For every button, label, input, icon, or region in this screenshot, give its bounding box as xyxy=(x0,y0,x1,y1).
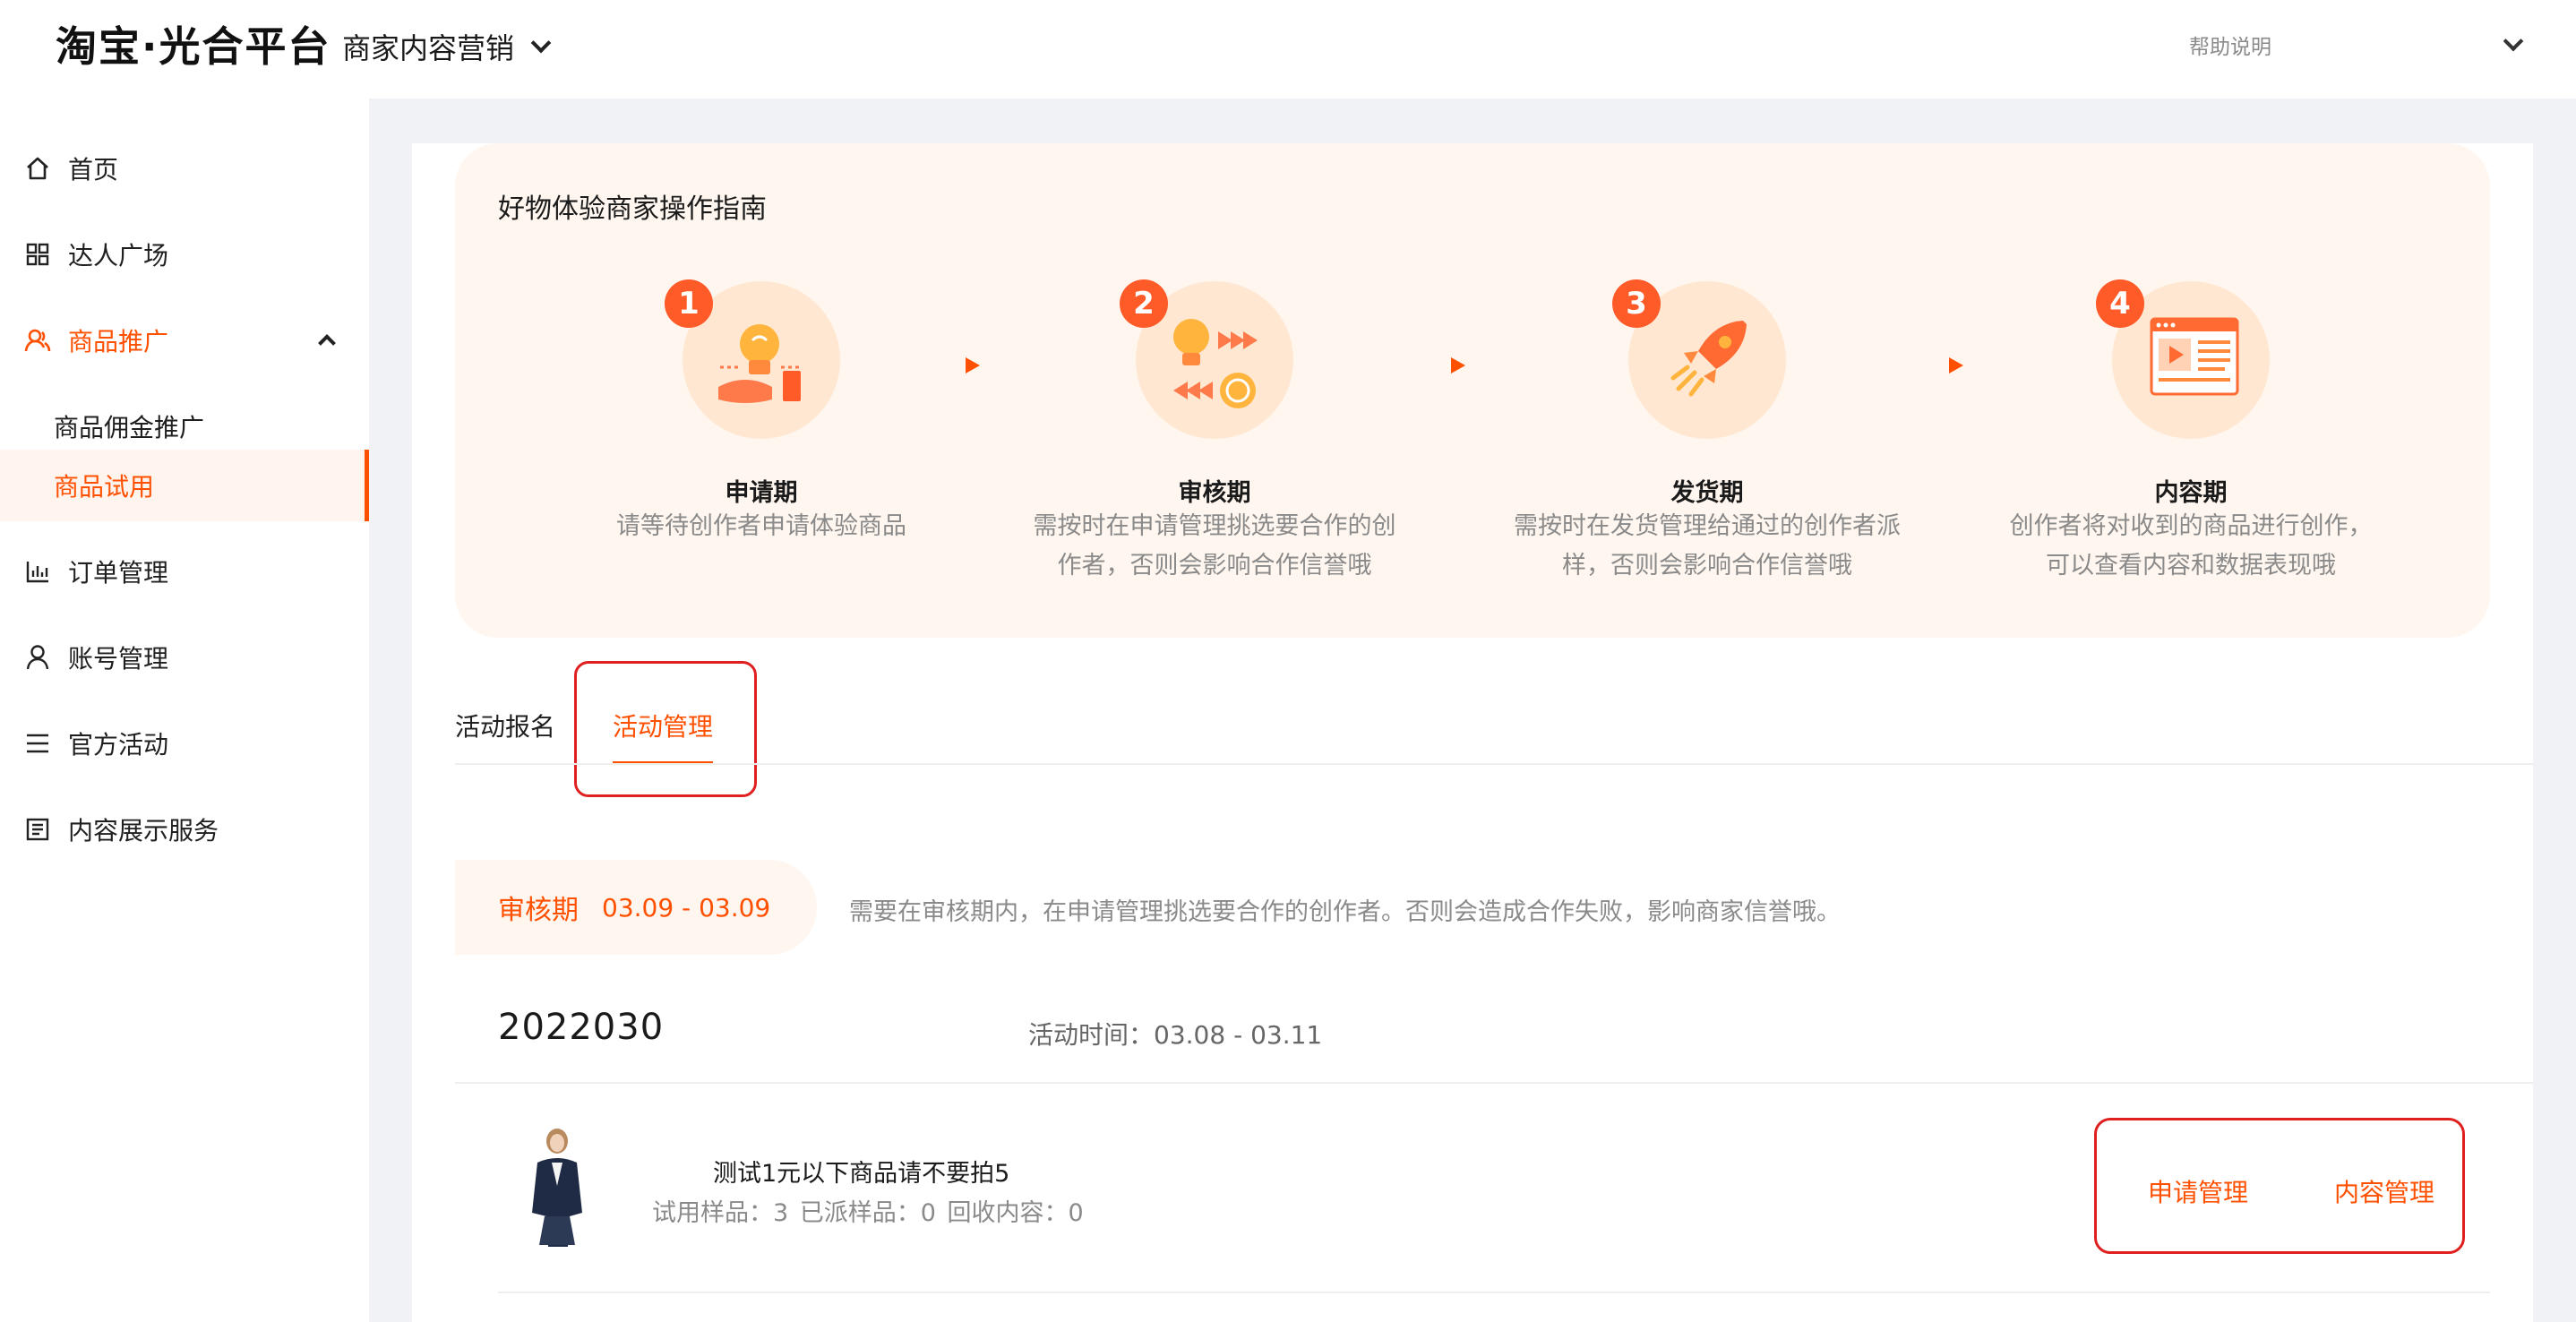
step-2-number: 2 xyxy=(1120,279,1168,328)
sidebar-item-label: 首页 xyxy=(68,155,119,185)
step-1-desc-line: 请等待创作者申请体验商品 xyxy=(616,512,906,540)
activity-divider xyxy=(455,1082,2533,1084)
product-switcher[interactable]: 商家内容营销 xyxy=(342,23,552,70)
sidebar: 首页 达人广场 商品推广 商品佣金推广 商品试用 订单管理 账号管理 官方活动 xyxy=(0,99,369,1322)
sidebar-item-label: 商品推广 xyxy=(68,327,169,356)
people-icon xyxy=(23,326,52,355)
activity-time: 活动时间：03.08 - 03.11 xyxy=(1028,1016,1322,1052)
product-stats: 试用样品：3 已派样品：0 回收内容：0 xyxy=(652,1199,1084,1227)
top-header: 淘宝·光合平台 商家内容营销 帮助说明 xyxy=(0,0,2576,99)
home-icon xyxy=(23,154,52,183)
chevron-up-icon xyxy=(318,334,336,352)
sidebar-item-content-display[interactable]: 内容展示服务 xyxy=(0,794,369,865)
step-2-desc: 需按时在申请管理挑选要合作的创 作者，否则会影响合作信誉哦 xyxy=(1000,507,1430,586)
list-icon xyxy=(23,729,52,758)
sidebar-item-orders[interactable]: 订单管理 xyxy=(0,536,369,607)
step-1-title: 申请期 xyxy=(725,479,798,507)
step-arrow-icon xyxy=(966,357,980,373)
step-3-desc: 需按时在发货管理给通过的创作者派 样，否则会影响合作信誉哦 xyxy=(1492,507,1922,586)
chevron-down-icon xyxy=(530,32,552,54)
step-4-desc-line: 可以查看内容和数据表现哦 xyxy=(2046,552,2336,579)
step-3-desc-line: 需按时在发货管理给通过的创作者派 xyxy=(1514,512,1901,540)
step-4-title: 内容期 xyxy=(2154,479,2228,507)
content-management-button[interactable]: 内容管理 xyxy=(2334,1173,2434,1209)
application-management-button[interactable]: 申请管理 xyxy=(2148,1173,2248,1209)
step-3-desc-line: 样，否则会影响合作信誉哦 xyxy=(1562,552,1852,579)
activity-time-label: 活动时间： xyxy=(1028,1020,1155,1050)
sidebar-item-talent-square[interactable]: 达人广场 xyxy=(0,219,369,290)
grid-icon xyxy=(23,240,52,269)
step-4-number: 4 xyxy=(2096,279,2144,328)
sidebar-item-product-promotion[interactable]: 商品推广 xyxy=(0,305,369,376)
product-thumbnail[interactable] xyxy=(512,1123,600,1249)
sidebar-item-label: 商品佣金推广 xyxy=(54,413,205,442)
step-3-number: 3 xyxy=(1612,279,1661,328)
step-arrow-icon xyxy=(1949,357,1963,373)
user-icon xyxy=(23,643,52,672)
step-1-desc: 请等待创作者申请体验商品 xyxy=(546,507,976,546)
sidebar-item-label: 商品试用 xyxy=(54,472,155,502)
period-badge: 审核期 03.09 - 03.09 xyxy=(455,860,817,955)
step-2-desc-line: 作者，否则会影响合作信誉哦 xyxy=(1057,552,1372,579)
tab-highlight-box xyxy=(574,661,757,797)
period-name: 审核期 xyxy=(498,895,579,926)
sidebar-item-product-trial[interactable]: 商品试用 xyxy=(0,450,369,521)
sidebar-item-home[interactable]: 首页 xyxy=(0,133,369,204)
sidebar-item-label: 达人广场 xyxy=(68,241,169,270)
product-switcher-label: 商家内容营销 xyxy=(342,31,515,65)
step-2-desc-line: 需按时在申请管理挑选要合作的创 xyxy=(1033,512,1396,540)
step-4-desc: 创作者将对收到的商品进行创作， 可以查看内容和数据表现哦 xyxy=(1976,507,2406,586)
period-note: 需要在审核期内，在申请管理挑选要合作的创作者。否则会造成合作失败，影响商家信誉哦… xyxy=(849,898,1841,926)
sidebar-item-label: 内容展示服务 xyxy=(68,816,219,846)
sidebar-item-account[interactable]: 账号管理 xyxy=(0,622,369,693)
chevron-down-icon[interactable] xyxy=(2503,30,2524,52)
step-4-desc-line: 创作者将对收到的商品进行创作， xyxy=(2009,512,2373,540)
step-3-title: 发货期 xyxy=(1670,479,1744,507)
step-arrow-icon xyxy=(1451,357,1465,373)
tab-divider xyxy=(455,763,2533,765)
sidebar-item-label: 官方活动 xyxy=(68,730,169,760)
activity-time-range: 03.08 - 03.11 xyxy=(1154,1020,1323,1050)
step-1-number: 1 xyxy=(665,279,713,328)
sidebar-item-official-events[interactable]: 官方活动 xyxy=(0,708,369,779)
sidebar-item-label: 订单管理 xyxy=(68,558,169,588)
tab-activity-signup[interactable]: 活动报名 xyxy=(455,708,555,743)
chart-icon xyxy=(23,557,52,586)
sidebar-item-label: 账号管理 xyxy=(68,644,169,674)
activity-name: 2022030 xyxy=(498,1007,665,1048)
step-2-title: 审核期 xyxy=(1178,479,1251,507)
product-title[interactable]: 测试1元以下商品请不要拍5 xyxy=(713,1154,1009,1189)
help-link[interactable]: 帮助说明 xyxy=(2189,27,2271,63)
row-divider xyxy=(498,1292,2490,1293)
platform-logo[interactable]: 淘宝·光合平台 xyxy=(56,20,331,73)
guide-title: 好物体验商家操作指南 xyxy=(498,193,767,225)
document-icon xyxy=(23,815,52,844)
period-range: 03.09 - 03.09 xyxy=(602,892,771,923)
